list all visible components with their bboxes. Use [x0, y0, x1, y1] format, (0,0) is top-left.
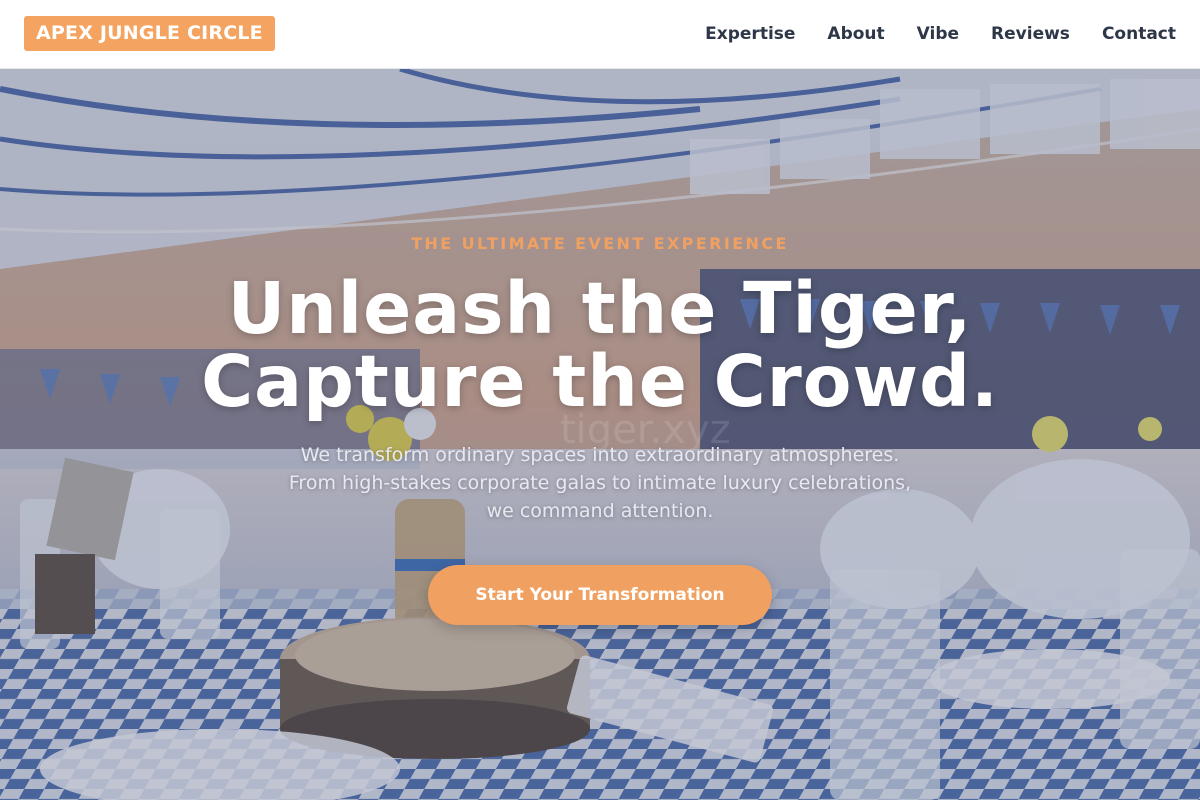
hero-headline: Unleash the Tiger, Capture the Crowd.	[0, 272, 1200, 418]
subtext-line-2: From high-stakes corporate galas to inti…	[288, 472, 912, 494]
hero-eyebrow: THE ULTIMATE EVENT EXPERIENCE	[411, 234, 789, 253]
start-transformation-button[interactable]: Start Your Transformation	[428, 565, 772, 625]
nav-links: Expertise About Vibe Reviews Contact	[705, 0, 1176, 68]
subtext-line-1: We transform ordinary spaces into extrao…	[300, 444, 900, 466]
nav-link-contact[interactable]: Contact	[1102, 24, 1176, 44]
nav-link-about[interactable]: About	[827, 24, 884, 44]
subtext-line-3: we command attention.	[486, 500, 714, 522]
hero-content: tiger.xyz THE ULTIMATE EVENT EXPERIENCE …	[0, 69, 1200, 800]
hero-subtext: We transform ordinary spaces into extrao…	[250, 441, 950, 525]
headline-line-1: Unleash the Tiger,	[227, 267, 973, 350]
hero-section: tiger.xyz THE ULTIMATE EVENT EXPERIENCE …	[0, 69, 1200, 800]
nav-link-reviews[interactable]: Reviews	[991, 24, 1070, 44]
nav-link-expertise[interactable]: Expertise	[705, 24, 795, 44]
brand-logo[interactable]: APEX JUNGLE CIRCLE	[24, 16, 275, 51]
nav-link-vibe[interactable]: Vibe	[917, 24, 959, 44]
headline-line-2: Capture the Crowd.	[201, 340, 999, 423]
top-navigation-bar: APEX JUNGLE CIRCLE Expertise About Vibe …	[0, 0, 1200, 69]
